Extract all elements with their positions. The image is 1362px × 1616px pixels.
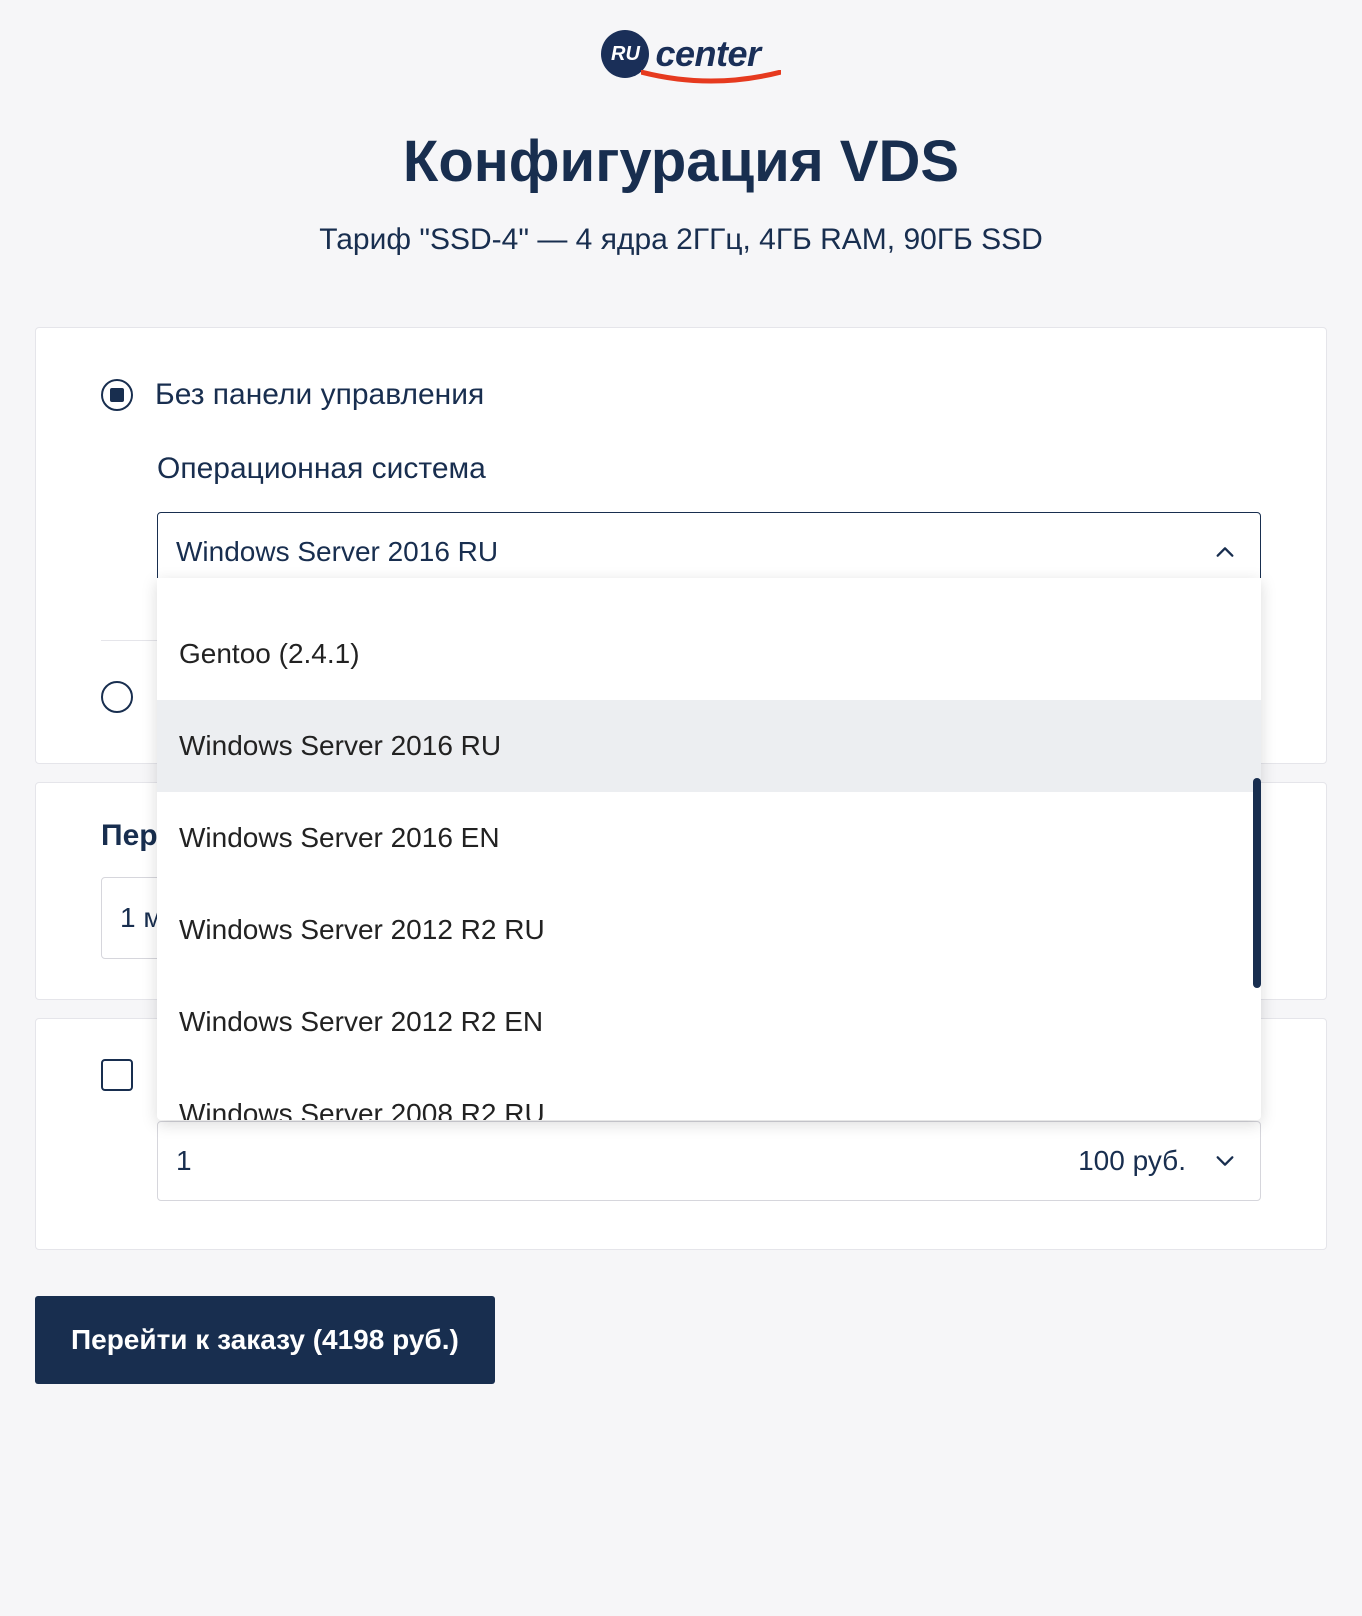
os-option-partial-bottom[interactable]: Windows Server 2008 R2 RU bbox=[157, 1068, 1261, 1120]
submit-row: Перейти к заказу (4198 руб.) bbox=[35, 1296, 1327, 1384]
logo-text: center bbox=[655, 33, 760, 75]
submit-button[interactable]: Перейти к заказу (4198 руб.) bbox=[35, 1296, 495, 1384]
logo-area: RU center bbox=[35, 30, 1327, 78]
ip-price: 100 руб. bbox=[1078, 1145, 1186, 1177]
radio-no-panel-row[interactable]: Без панели управления bbox=[101, 378, 1261, 412]
logo: RU center bbox=[601, 30, 760, 78]
radio-no-panel[interactable] bbox=[101, 379, 133, 411]
os-option-win2012r2ru[interactable]: Windows Server 2012 R2 RU bbox=[157, 884, 1261, 976]
ip-select[interactable]: 1 100 руб. bbox=[157, 1121, 1261, 1201]
radio-with-panel[interactable] bbox=[101, 681, 133, 713]
radio-no-panel-label: Без панели управления bbox=[155, 378, 484, 412]
page-title: Конфигурация VDS bbox=[35, 128, 1327, 195]
os-heading: Операционная система bbox=[157, 452, 1261, 486]
os-option-partial-top[interactable]: FreeBSD 11.1 bbox=[157, 578, 1261, 608]
config-card: Без панели управления Операционная систе… bbox=[35, 327, 1327, 764]
ip-price-group: 100 руб. bbox=[1078, 1145, 1236, 1177]
logo-swoosh-icon bbox=[641, 70, 781, 84]
os-dropdown[interactable]: FreeBSD 11.1 Gentoo (2.4.1) Windows Serv… bbox=[157, 578, 1261, 1120]
os-option-win2016en[interactable]: Windows Server 2016 EN bbox=[157, 792, 1261, 884]
os-select-value: Windows Server 2016 RU bbox=[176, 536, 498, 568]
scrollbar-thumb[interactable] bbox=[1253, 778, 1261, 988]
chevron-down-icon bbox=[1214, 1150, 1236, 1172]
os-option-win2016ru[interactable]: Windows Server 2016 RU bbox=[157, 700, 1261, 792]
os-option-win2012r2en[interactable]: Windows Server 2012 R2 EN bbox=[157, 976, 1261, 1068]
chevron-up-icon bbox=[1214, 541, 1236, 563]
tariff-description: Тариф "SSD-4" — 4 ядра 2ГГц, 4ГБ RAM, 90… bbox=[35, 223, 1327, 257]
os-option-gentoo[interactable]: Gentoo (2.4.1) bbox=[157, 608, 1261, 700]
os-dropdown-scroll[interactable]: FreeBSD 11.1 Gentoo (2.4.1) Windows Serv… bbox=[157, 578, 1261, 1120]
ip-qty: 1 bbox=[176, 1145, 192, 1177]
ip-checkbox[interactable] bbox=[101, 1059, 133, 1091]
